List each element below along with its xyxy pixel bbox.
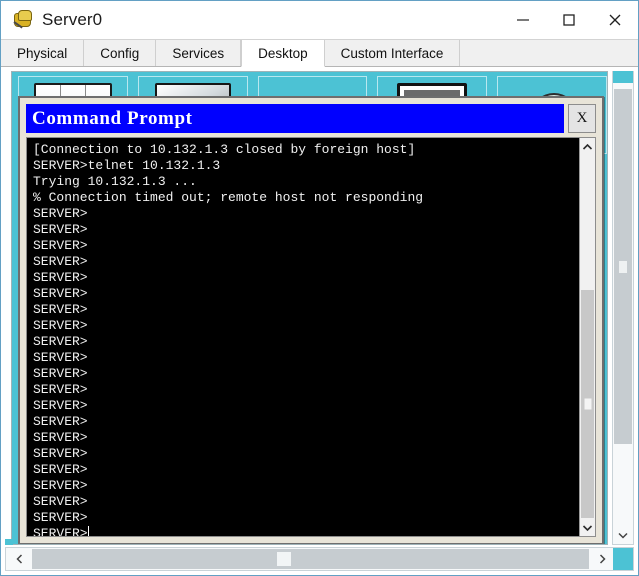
minimize-icon: [517, 19, 529, 21]
panel-scroll-thumb[interactable]: [614, 89, 632, 444]
terminal-line: SERVER>: [33, 382, 88, 397]
tab-custom-interface[interactable]: Custom Interface: [324, 40, 461, 66]
terminal-line: SERVER>: [33, 462, 88, 477]
window-title: Server0: [42, 10, 103, 29]
terminal-line: SERVER>: [33, 334, 88, 349]
close-button[interactable]: [592, 1, 638, 39]
terminal-line: SERVER>: [33, 398, 88, 413]
terminal-line: SERVER>: [33, 270, 88, 285]
window-controls: [500, 1, 638, 39]
terminal-line: SERVER>: [33, 510, 88, 525]
command-prompt-titlebar: Command Prompt X: [26, 104, 596, 133]
tab-services[interactable]: Services: [156, 40, 242, 66]
terminal-line: SERVER>: [33, 430, 88, 445]
desktop-applications-panel: Command Prompt X [Connection to 10.132.1…: [11, 71, 608, 545]
chevron-down-icon: [618, 532, 628, 539]
panel-horizontal-track[interactable]: [32, 549, 589, 569]
terminal-line: SERVER>: [33, 286, 88, 301]
panel-horizontal-thumb[interactable]: [277, 552, 292, 566]
terminal-scroll-thumb[interactable]: [581, 290, 594, 518]
tab-config[interactable]: Config: [84, 40, 157, 66]
terminal-vertical-scrollbar[interactable]: [579, 138, 595, 536]
terminal-line: SERVER>: [33, 302, 88, 317]
panel-corner-bottom-left: [5, 539, 13, 545]
maximize-button[interactable]: [546, 1, 592, 39]
tab-strip-filler: [460, 40, 638, 66]
panel-corner-bottom-right: [613, 548, 633, 570]
terminal-line: SERVER>: [33, 238, 88, 253]
chevron-down-icon: [582, 524, 593, 531]
server-device-window: Server0 Physical Config Services Desktop…: [0, 0, 639, 576]
terminal-line: SERVER>: [33, 222, 88, 237]
command-prompt-window: Command Prompt X [Connection to 10.132.1…: [18, 96, 604, 544]
chevron-left-icon: [15, 554, 22, 564]
device-tab-strip: Physical Config Services Desktop Custom …: [1, 39, 638, 67]
terminal-line: SERVER>: [33, 478, 88, 493]
terminal-line: SERVER>: [33, 318, 88, 333]
panel-scroll-down-button[interactable]: [613, 527, 633, 544]
terminal-line: SERVER>: [33, 206, 88, 221]
tab-desktop[interactable]: Desktop: [241, 40, 325, 67]
terminal-line: SERVER>: [33, 494, 88, 509]
panel-scroll-right-button[interactable]: [589, 548, 615, 570]
tab-physical[interactable]: Physical: [1, 40, 85, 66]
terminal-line: SERVER>: [33, 350, 88, 365]
terminal-output[interactable]: [Connection to 10.132.1.3 closed by fore…: [27, 138, 579, 536]
terminal-line: SERVER>: [33, 366, 88, 381]
panel-horizontal-scrollbar[interactable]: [5, 547, 634, 571]
window-titlebar: Server0: [1, 1, 638, 39]
chevron-up-icon: [582, 143, 593, 150]
panel-vertical-scrollbar[interactable]: [612, 71, 634, 545]
maximize-icon: [563, 14, 575, 26]
terminal-line: SERVER>: [33, 446, 88, 461]
packet-tracer-icon: [13, 10, 33, 30]
minimize-button[interactable]: [500, 1, 546, 39]
terminal-scroll-up-button[interactable]: [580, 138, 595, 155]
terminal-line: % Connection timed out; remote host not …: [33, 190, 424, 205]
terminal-cursor: [87, 526, 89, 536]
panel-corner-top-right: [613, 71, 633, 83]
terminal-line: SERVER>telnet 10.132.1.3: [33, 158, 221, 173]
command-prompt-title-area: Command Prompt: [26, 104, 564, 133]
terminal-line: SERVER>: [33, 254, 88, 269]
command-prompt-close-button[interactable]: X: [568, 104, 596, 133]
terminal-line: Trying 10.132.1.3 ...: [33, 174, 197, 189]
terminal-frame: [Connection to 10.132.1.3 closed by fore…: [26, 137, 596, 537]
terminal-line: SERVER>: [33, 414, 88, 429]
chevron-right-icon: [599, 554, 606, 564]
terminal-prompt-line: SERVER>: [33, 526, 579, 536]
panel-scroll-left-button[interactable]: [6, 548, 32, 570]
terminal-scroll-down-button[interactable]: [580, 519, 595, 536]
terminal-line: [Connection to 10.132.1.3 closed by fore…: [33, 142, 416, 157]
close-icon: [609, 14, 621, 26]
command-prompt-title: Command Prompt: [32, 107, 193, 129]
desktop-content-area: Command Prompt X [Connection to 10.132.1…: [1, 67, 638, 575]
